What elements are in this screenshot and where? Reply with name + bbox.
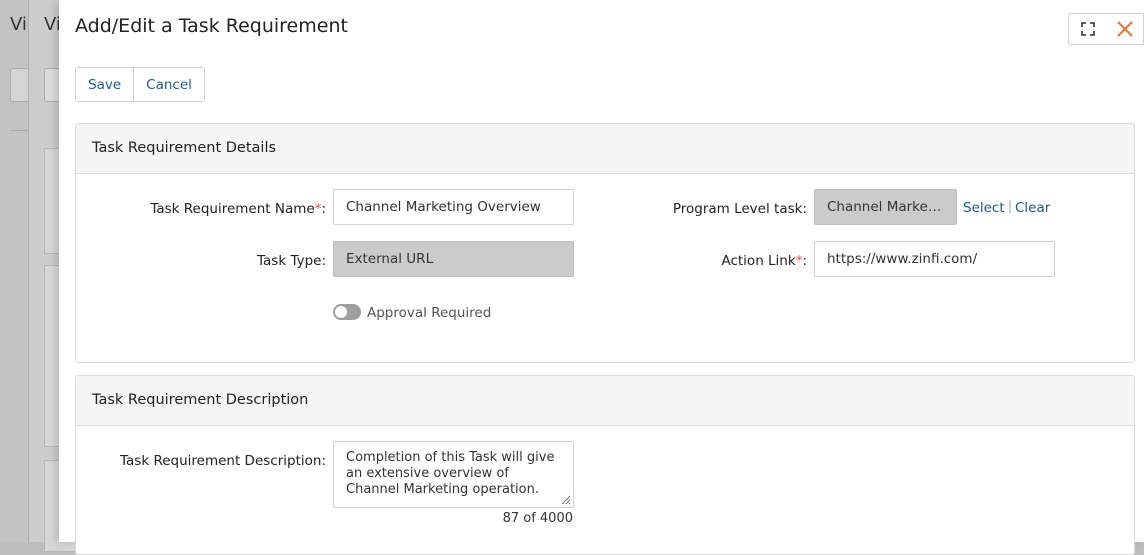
maximize-icon — [1081, 22, 1095, 36]
close-icon — [1117, 21, 1133, 37]
action-button-group: Save Cancel — [75, 67, 205, 102]
clear-link[interactable]: Clear — [1015, 200, 1050, 216]
approval-required-label: Approval Required — [367, 305, 492, 321]
task-requirement-name-input[interactable]: Channel Marketing Overview — [333, 189, 574, 225]
close-button[interactable] — [1107, 13, 1144, 45]
link-separator: | — [1008, 199, 1013, 213]
section-heading: Task Requirement Description — [76, 376, 1134, 426]
program-level-task-field: Channel Marketing Overview — [814, 189, 957, 225]
background-divider — [10, 130, 28, 131]
section-heading: Task Requirement Details — [76, 124, 1134, 174]
task-requirement-name-label: Task Requirement Name*: — [150, 201, 326, 217]
program-level-task-label: Program Level task: — [672, 201, 807, 217]
approval-required-toggle[interactable] — [333, 304, 361, 320]
resize-handle-icon[interactable] — [559, 493, 571, 505]
save-button[interactable]: Save — [76, 68, 134, 101]
add-edit-task-requirement-panel: Add/Edit a Task Requirement Save Cancel … — [59, 0, 1144, 555]
cancel-button[interactable]: Cancel — [133, 68, 204, 101]
action-link-label: Action Link*: — [721, 253, 807, 269]
task-type-label: Task Type: — [257, 253, 326, 269]
task-requirement-details-section: Task Requirement Details Task Requiremen… — [75, 123, 1135, 363]
task-requirement-description-textarea[interactable]: Completion of this Task will give an ext… — [333, 441, 574, 508]
background-window-1-title: Vi — [10, 14, 27, 35]
maximize-button[interactable] — [1068, 13, 1108, 45]
character-counter: 87 of 4000 — [502, 511, 573, 526]
select-link[interactable]: Select — [963, 200, 1005, 216]
dialog-title: Add/Edit a Task Requirement — [75, 15, 348, 37]
task-type-field: External URL — [333, 241, 574, 277]
task-requirement-description-label: Task Requirement Description: — [120, 453, 326, 469]
action-link-input[interactable]: https://www.zinfi.com/ — [814, 241, 1055, 277]
task-requirement-description-section: Task Requirement Description Task Requir… — [75, 375, 1135, 555]
